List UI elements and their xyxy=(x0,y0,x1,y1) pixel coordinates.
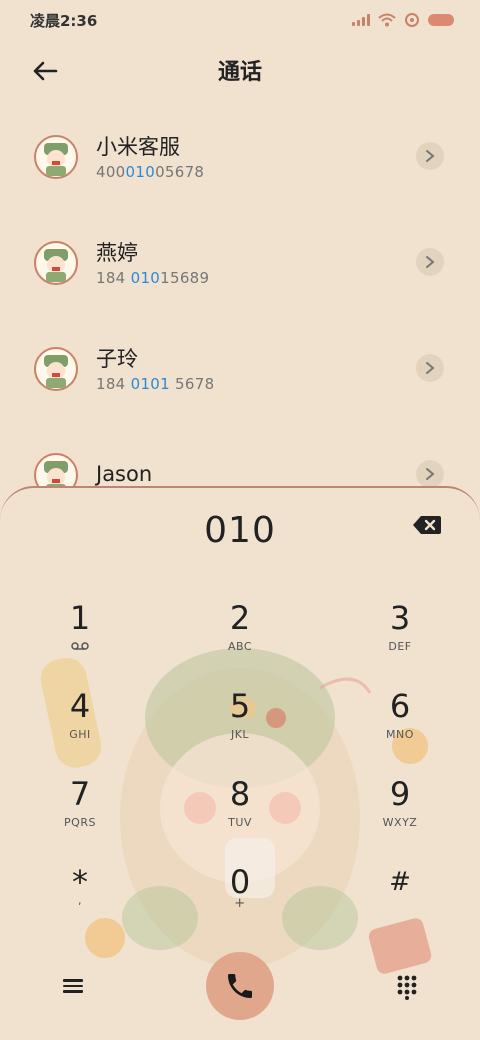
contact-detail-button[interactable] xyxy=(416,460,444,488)
contact-text: 燕婷 184 01015689 xyxy=(96,239,209,287)
key-3[interactable]: 3 DEF xyxy=(340,598,460,676)
key-7[interactable]: 7 PQRS xyxy=(20,774,140,852)
phone-icon xyxy=(228,974,252,998)
header: 通话 xyxy=(0,46,480,94)
contact-detail-button[interactable] xyxy=(416,354,444,382)
contact-item[interactable]: 燕婷 184 01015689 xyxy=(0,210,480,316)
contact-number: 184 0101 5678 xyxy=(96,375,215,393)
contact-detail-button[interactable] xyxy=(416,142,444,170)
chevron-right-icon xyxy=(426,362,435,374)
backspace-button[interactable] xyxy=(412,514,442,536)
key-1[interactable]: 1 xyxy=(20,598,140,676)
contact-name: 燕婷 xyxy=(96,241,138,265)
dialed-number: 010 xyxy=(204,509,276,551)
contact-text: 子玲 184 0101 5678 xyxy=(96,345,214,393)
contact-name: Jason xyxy=(96,462,153,486)
dialpad-icon xyxy=(397,975,417,1000)
key-6[interactable]: 6 MNO xyxy=(340,686,460,764)
chevron-right-icon xyxy=(426,468,435,480)
contact-avatar xyxy=(34,241,78,285)
contact-avatar xyxy=(34,347,78,391)
menu-button[interactable] xyxy=(60,976,86,1000)
status-bar: 凌晨2:36 xyxy=(0,0,480,40)
hotspot-icon xyxy=(405,13,419,27)
contact-number: 40001005678 xyxy=(96,163,205,181)
key-star[interactable]: * , xyxy=(20,862,140,940)
chevron-right-icon xyxy=(426,150,435,162)
voicemail-icon xyxy=(71,642,89,650)
contact-name: 子玲 xyxy=(96,347,138,371)
menu-icon xyxy=(63,979,83,982)
key-9[interactable]: 9 WXYZ xyxy=(340,774,460,852)
status-time: 凌晨2:36 xyxy=(30,11,98,30)
key-0[interactable]: 0 + xyxy=(180,862,300,940)
keypad-toggle-button[interactable] xyxy=(396,974,418,1000)
call-button[interactable] xyxy=(206,952,274,1020)
chevron-right-icon xyxy=(426,256,435,268)
dialer-panel: 010 1 2 ABC 3 DEF 4 GHI 5 JKL 6 MNO 7 PQ… xyxy=(0,486,480,1040)
contact-item[interactable]: 子玲 184 0101 5678 xyxy=(0,316,480,422)
key-2[interactable]: 2 ABC xyxy=(180,598,300,676)
battery-icon xyxy=(428,14,454,26)
contact-text: 小米客服 40001005678 xyxy=(96,133,204,181)
backspace-icon xyxy=(413,516,441,534)
back-arrow-icon xyxy=(33,61,58,81)
key-5[interactable]: 5 JKL xyxy=(180,686,300,764)
contact-avatar xyxy=(34,135,78,179)
contact-detail-button[interactable] xyxy=(416,248,444,276)
back-button[interactable] xyxy=(28,54,62,88)
page-title: 通话 xyxy=(217,60,262,85)
signal-icon xyxy=(352,14,370,26)
key-hash[interactable]: # xyxy=(340,862,460,940)
dialer-bottom-bar xyxy=(0,952,480,1024)
status-icons xyxy=(352,13,454,27)
contact-list: 小米客服 40001005678 燕婷 184 01015689 子玲 184 … xyxy=(0,104,480,528)
key-4[interactable]: 4 GHI xyxy=(20,686,140,764)
contact-name: 小米客服 xyxy=(96,135,180,159)
contact-item[interactable]: 小米客服 40001005678 xyxy=(0,104,480,210)
wifi-icon xyxy=(378,13,396,27)
key-8[interactable]: 8 TUV xyxy=(180,774,300,852)
contact-number: 184 01015689 xyxy=(96,269,210,287)
